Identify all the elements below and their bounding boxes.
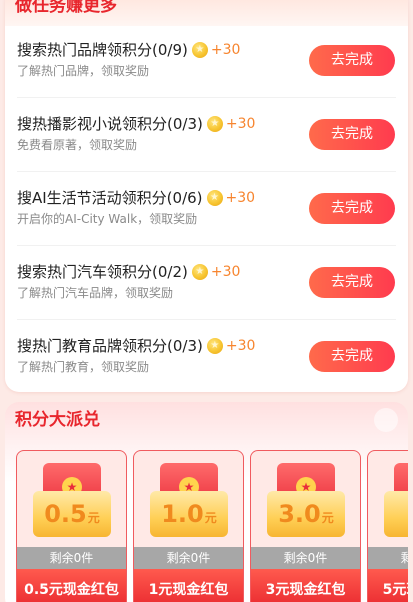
complete-task-button[interactable]: 去完成 [309, 341, 395, 372]
task-subtitle: 开启你的AI-City Walk，领取奖励 [17, 212, 198, 226]
task-card: 做任务赚更多 搜索热门品牌领积分(0/9) +30 了解热门品牌，领取奖励 去完… [5, 0, 408, 392]
task-title: 搜索热门汽车领积分(0/2) [17, 263, 188, 281]
prize-name: 3元现金红包 [251, 569, 360, 602]
remaining-stock: 剩余0件 [251, 547, 360, 569]
exchange-section-title: 积分大派兑 [15, 410, 100, 430]
gold-coin-icon [191, 42, 208, 58]
exchange-card: 积分大派兑 ★ 0.5元 剩余0件 0.5元现金红包 ★ 1.0元 剩余0件 1… [5, 402, 408, 602]
red-envelope-icon: ★ 1.0元 [150, 463, 228, 539]
complete-task-button[interactable]: 去完成 [309, 119, 395, 150]
task-title: 搜热播影视小说领积分(0/3) [17, 115, 203, 133]
remaining-stock: 剩余0件 [134, 547, 243, 569]
task-subtitle: 了解热门汽车品牌，领取奖励 [17, 286, 174, 300]
task-subtitle: 了解热门品牌，领取奖励 [17, 64, 150, 78]
task-subtitle: 了解热门教育，领取奖励 [17, 360, 150, 374]
prize-amount: 3.0 [278, 500, 321, 528]
task-card-header: 做任务赚更多 [5, 0, 408, 26]
task-title-row: 搜索热门品牌领积分(0/9) +30 [17, 40, 240, 60]
gold-coin-icon [206, 116, 223, 132]
task-title-row: 搜AI生活节活动领积分(0/6) +30 [17, 188, 255, 208]
task-section-title: 做任务赚更多 [15, 0, 117, 16]
envelope-front: 0.5元 [33, 491, 111, 537]
prize-name: 1元现金红包 [134, 569, 243, 602]
prize-amount: 1.0 [161, 500, 204, 528]
task-title: 搜热门教育品牌领积分(0/3) [17, 337, 203, 355]
prize-amount: 0.5 [44, 500, 87, 528]
divider [17, 171, 396, 172]
prize-card[interactable]: ★ 1.0元 剩余0件 1元现金红包 [133, 450, 244, 602]
task-title: 搜AI生活节活动领积分(0/6) [17, 189, 203, 207]
task-item: 搜热门教育品牌领积分(0/3) +30 了解热门教育，领取奖励 去完成 [5, 336, 408, 410]
gold-coin-icon [191, 264, 208, 280]
task-item: 搜热播影视小说领积分(0/3) +30 免费看原著，领取奖励 去完成 [5, 114, 408, 188]
prize-carousel[interactable]: ★ 0.5元 剩余0件 0.5元现金红包 ★ 1.0元 剩余0件 1元现金红包 [16, 450, 408, 602]
divider [17, 97, 396, 98]
task-reward: +30 [225, 190, 256, 206]
task-reward: +30 [225, 338, 256, 354]
task-item: 搜索热门品牌领积分(0/9) +30 了解热门品牌，领取奖励 去完成 [5, 40, 408, 114]
gold-coin-icon [206, 338, 223, 354]
red-envelope-icon: ★ 0.5元 [33, 463, 111, 539]
divider [17, 319, 396, 320]
envelope-front: 3.0元 [267, 491, 345, 537]
complete-task-button[interactable]: 去完成 [309, 45, 395, 76]
gold-coin-icon [206, 190, 223, 206]
prize-unit: 元 [204, 511, 217, 525]
task-title-row: 搜索热门汽车领积分(0/2) +30 [17, 262, 240, 282]
task-reward: +30 [210, 42, 241, 58]
envelope-front: 1.0元 [150, 491, 228, 537]
remaining-stock: 剩余0件 [17, 547, 126, 569]
envelope-front: 5元 [384, 491, 408, 537]
task-reward: +30 [225, 116, 256, 132]
red-envelope-icon: ★ 3.0元 [267, 463, 345, 539]
task-item: 搜索热门汽车领积分(0/2) +30 了解热门汽车品牌，领取奖励 去完成 [5, 262, 408, 336]
red-envelope-icon: ★ 5元 [384, 463, 408, 539]
prize-card[interactable]: ★ 3.0元 剩余0件 3元现金红包 [250, 450, 361, 602]
complete-task-button[interactable]: 去完成 [309, 267, 395, 298]
complete-task-button[interactable]: 去完成 [309, 193, 395, 224]
prize-unit: 元 [87, 511, 100, 525]
prize-unit: 元 [321, 511, 334, 525]
decoration [374, 408, 398, 432]
task-title: 搜索热门品牌领积分(0/9) [17, 41, 188, 59]
task-title-row: 搜热门教育品牌领积分(0/3) +30 [17, 336, 255, 356]
prize-card[interactable]: ★ 0.5元 剩余0件 0.5元现金红包 [16, 450, 127, 602]
prize-name: 5元现金红包 [368, 569, 408, 602]
prize-card[interactable]: ★ 5元 剩余0件 5元现金红包 [367, 450, 408, 602]
remaining-stock: 剩余0件 [368, 547, 408, 569]
task-item: 搜AI生活节活动领积分(0/6) +30 开启你的AI-City Walk，领取… [5, 188, 408, 262]
prize-name: 0.5元现金红包 [17, 569, 126, 602]
divider [17, 245, 396, 246]
task-reward: +30 [210, 264, 241, 280]
task-title-row: 搜热播影视小说领积分(0/3) +30 [17, 114, 255, 134]
task-subtitle: 免费看原著，领取奖励 [17, 138, 138, 152]
